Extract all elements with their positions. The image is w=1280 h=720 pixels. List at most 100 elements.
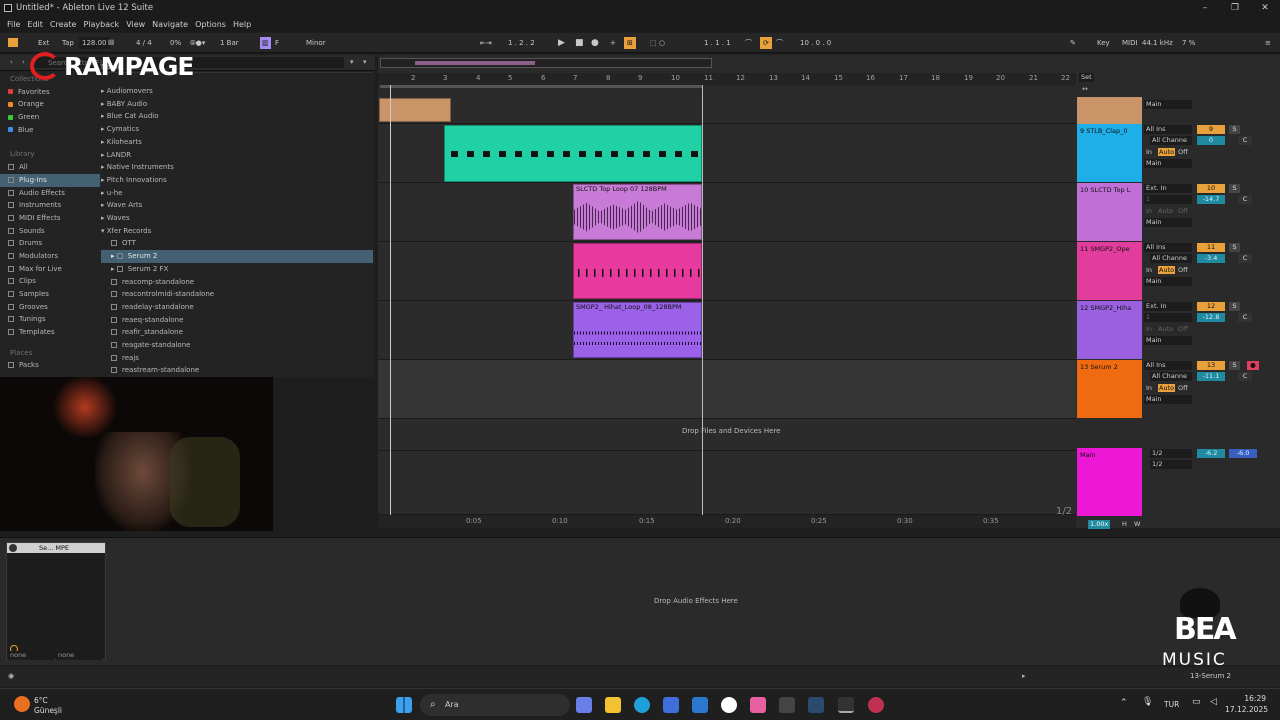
track-header-8[interactable] bbox=[1077, 97, 1142, 124]
channel-select-12[interactable]: 1 bbox=[1144, 313, 1192, 322]
menu-help[interactable]: Help bbox=[233, 20, 251, 29]
library-tunings[interactable]: Tunings bbox=[0, 313, 100, 326]
monitor-in-10[interactable]: In bbox=[1146, 207, 1152, 215]
track-lane-10[interactable] bbox=[378, 183, 1076, 242]
menu-edit[interactable]: Edit bbox=[27, 20, 43, 29]
taskbar-search[interactable]: ⌕ Ara bbox=[420, 694, 570, 716]
plugin-reagate[interactable]: reagate-standalone bbox=[101, 339, 373, 352]
mail-icon[interactable] bbox=[692, 697, 708, 713]
store-icon[interactable] bbox=[663, 697, 679, 713]
loop-start-field[interactable]: 1 . 1 . 1 bbox=[704, 37, 731, 49]
output-select-13[interactable]: Main bbox=[1144, 395, 1192, 404]
monitor-off-11[interactable]: Off bbox=[1178, 266, 1188, 274]
folder-baby-audio[interactable]: ▸ BABY Audio bbox=[101, 98, 373, 111]
solo-button-10[interactable]: S bbox=[1229, 184, 1240, 193]
record-icon[interactable]: ● bbox=[591, 37, 599, 49]
plugin-reaeq[interactable]: reaeq-standalone bbox=[101, 314, 373, 327]
draw-mode-icon[interactable]: ✎ bbox=[1070, 37, 1076, 49]
track-activator-13[interactable]: 13 bbox=[1197, 361, 1225, 370]
task-view-icon[interactable] bbox=[576, 697, 592, 713]
monitor-auto-13[interactable]: Auto bbox=[1158, 384, 1176, 392]
plugin-reacomp[interactable]: reacomp-standalone bbox=[101, 276, 373, 289]
volume-icon[interactable]: ◁ bbox=[1210, 697, 1217, 707]
weather-icon[interactable] bbox=[14, 696, 30, 712]
pan-12[interactable]: C bbox=[1238, 313, 1252, 322]
nudge-icon[interactable]: ⇤⇥ bbox=[480, 37, 492, 49]
app-a-icon[interactable] bbox=[779, 697, 795, 713]
places-packs[interactable]: Packs bbox=[0, 359, 100, 372]
folder-landr[interactable]: ▸ LANDR bbox=[101, 149, 373, 162]
key-root-select[interactable]: F bbox=[275, 37, 279, 49]
clip-top-loop[interactable]: SLCTD Top Loop 07 128BPM bbox=[573, 184, 702, 240]
channel-select-10[interactable]: 1 bbox=[1144, 195, 1192, 204]
input-select-12[interactable]: Ext. In bbox=[1144, 302, 1192, 311]
clip-hihat-loop[interactable]: SMGP2_ Hihat_Loop_08_128BPM bbox=[573, 302, 702, 358]
zoom-level[interactable]: 1.00x bbox=[1088, 520, 1111, 529]
plugin-reajs[interactable]: reajs bbox=[101, 352, 373, 365]
loop-toggle-icon[interactable]: ⟳ bbox=[760, 37, 772, 49]
folder-native-instruments[interactable]: ▸ Native Instruments bbox=[101, 161, 373, 174]
pan-13[interactable]: C bbox=[1238, 372, 1252, 381]
steam-icon[interactable] bbox=[808, 697, 824, 713]
monitor-off-12[interactable]: Off bbox=[1178, 325, 1188, 333]
clip-clap[interactable] bbox=[444, 125, 702, 182]
macro-slot-b[interactable]: none bbox=[56, 651, 102, 660]
power-icon[interactable] bbox=[9, 544, 17, 552]
loop-brace[interactable] bbox=[380, 85, 702, 88]
collection-blue[interactable]: Blue bbox=[0, 124, 100, 137]
time-signature-field[interactable]: 4 / 4 bbox=[136, 37, 152, 49]
collection-favorites[interactable]: Favorites bbox=[0, 86, 100, 99]
tray-chevron-icon[interactable]: ⌃ bbox=[1120, 698, 1128, 708]
maximize-button[interactable]: ❐ bbox=[1220, 0, 1250, 16]
folder-waves[interactable]: ▸ Waves bbox=[101, 212, 373, 225]
stop-icon[interactable]: ■ bbox=[575, 37, 584, 49]
collection-orange[interactable]: Orange bbox=[0, 98, 100, 111]
folder-cymatics[interactable]: ▸ Cymatics bbox=[101, 123, 373, 136]
input-select-11[interactable]: All Ins bbox=[1144, 243, 1192, 252]
close-button[interactable]: ✕ bbox=[1250, 0, 1280, 16]
clock-date[interactable]: 17.12.2025 bbox=[1224, 705, 1268, 714]
solo-button-11[interactable]: S bbox=[1229, 243, 1240, 252]
track-activator-10[interactable]: 10 bbox=[1197, 184, 1225, 193]
plugin-reafir[interactable]: reafir_standalone bbox=[101, 326, 373, 339]
track-header-13[interactable]: 13 Serum 2 bbox=[1077, 360, 1142, 418]
folder-blue-cat-audio[interactable]: ▸ Blue Cat Audio bbox=[101, 110, 373, 123]
pan-9[interactable]: C bbox=[1238, 136, 1252, 145]
minimize-button[interactable]: – bbox=[1190, 0, 1220, 16]
loop-length-field[interactable]: 10 . 0 . 0 bbox=[800, 37, 831, 49]
monitor-in-9[interactable]: In bbox=[1146, 148, 1152, 156]
tap-tempo-button[interactable]: Tap bbox=[62, 37, 74, 49]
overview-icon[interactable]: ≡ bbox=[1265, 37, 1271, 49]
beat-ruler[interactable]: 2 3 4 5 6 7 8 9 10 11 12 13 14 15 16 17 18 19 20 21 22 bbox=[378, 73, 1076, 85]
volume-12[interactable]: -12.8 bbox=[1197, 313, 1225, 322]
volume-11[interactable]: -3.4 bbox=[1197, 254, 1225, 263]
menu-options[interactable]: Options bbox=[195, 20, 226, 29]
monitor-auto-10[interactable]: Auto bbox=[1158, 207, 1173, 215]
instrument-device[interactable]: Se... MPE bbox=[6, 542, 106, 660]
pan-10[interactable]: C bbox=[1238, 195, 1252, 204]
output-select-8[interactable]: Main bbox=[1144, 100, 1192, 109]
weather-temp[interactable]: 6°C bbox=[34, 696, 48, 705]
monitor-in-13[interactable]: In bbox=[1146, 384, 1152, 392]
ext-sync-button[interactable]: Ext bbox=[38, 37, 49, 49]
language-indicator[interactable]: TUR bbox=[1164, 700, 1179, 709]
cue-volume[interactable]: -6.0 bbox=[1229, 449, 1257, 458]
main-cue-out[interactable]: 1/2 bbox=[1150, 449, 1192, 458]
library-sounds[interactable]: Sounds bbox=[0, 225, 100, 238]
library-modulators[interactable]: Modulators bbox=[0, 250, 100, 263]
file-explorer-icon[interactable] bbox=[605, 697, 621, 713]
edge-icon[interactable] bbox=[634, 697, 650, 713]
plugin-reacontrolmidi[interactable]: reacontrolmidi-standalone bbox=[101, 288, 373, 301]
volume-13[interactable]: -11.1 bbox=[1197, 372, 1225, 381]
plugin-readelay[interactable]: readelay-standalone bbox=[101, 301, 373, 314]
library-instruments[interactable]: Instruments bbox=[0, 199, 100, 212]
monitor-auto-9[interactable]: Auto bbox=[1158, 148, 1176, 156]
expand-icon[interactable]: ↔ bbox=[1082, 85, 1088, 93]
menu-navigate[interactable]: Navigate bbox=[152, 20, 188, 29]
channel-select-13[interactable]: All Channe bbox=[1150, 372, 1192, 381]
output-select-9[interactable]: Main bbox=[1144, 159, 1192, 168]
overview-scroll[interactable] bbox=[380, 58, 712, 68]
tempo-field[interactable]: 128.00 bbox=[79, 37, 110, 49]
scale-select[interactable]: Minor bbox=[306, 37, 326, 49]
monitor-off-9[interactable]: Off bbox=[1178, 148, 1188, 156]
